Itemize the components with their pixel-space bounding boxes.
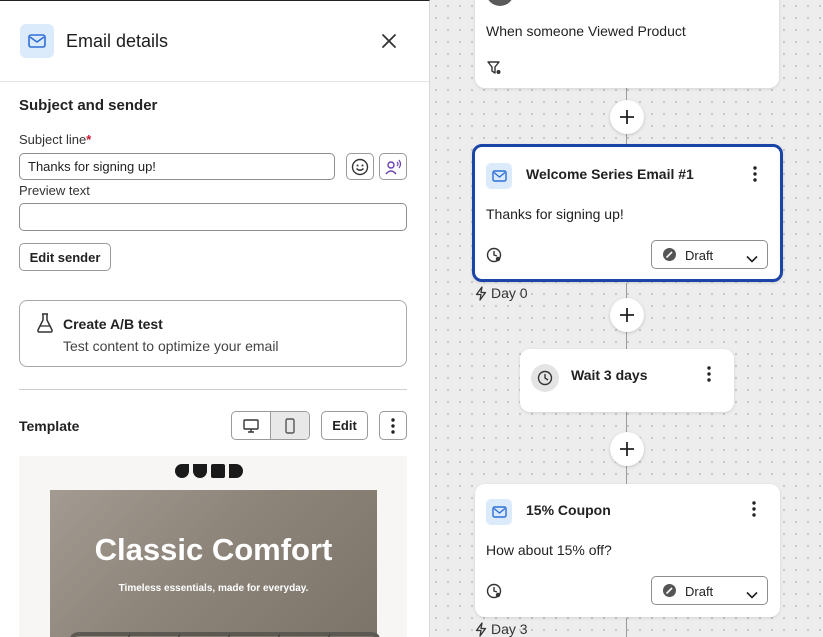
brand-logo (175, 464, 243, 478)
email-node-title: 15% Coupon (526, 502, 611, 518)
kebab-icon[interactable] (747, 164, 763, 184)
smart-send-icon (486, 247, 502, 268)
ab-test-card[interactable]: Create A/B test Test content to optimize… (19, 300, 407, 367)
kebab-icon (391, 417, 395, 434)
day-label: Day 0 (475, 285, 528, 301)
add-step-button[interactable] (610, 298, 644, 332)
clothing-rack-graphic (70, 632, 380, 637)
add-step-button[interactable] (610, 100, 644, 134)
status-dropdown[interactable]: Draft (651, 240, 768, 269)
kebab-icon[interactable] (746, 499, 762, 519)
add-step-button[interactable] (610, 432, 644, 466)
template-edit-button[interactable]: Edit (321, 411, 368, 440)
hero-subtitle: Timeless essentials, made for everyday. (118, 583, 309, 594)
day-label: Day 3 (475, 621, 528, 637)
mobile-icon (285, 417, 295, 434)
plus-icon (620, 308, 634, 322)
section-title: Subject and sender (19, 97, 158, 114)
edit-sender-button[interactable]: Edit sender (19, 243, 111, 271)
status-label: Draft (685, 248, 714, 263)
connector-line (626, 618, 627, 637)
wait-title: Wait 3 days (571, 367, 648, 383)
draft-icon (662, 583, 677, 603)
plus-icon (620, 110, 634, 124)
subject-label: Subject line* (19, 132, 92, 147)
clock-icon (531, 364, 559, 392)
email-node-coupon[interactable]: 15% Coupon How about 15% off? Draft (475, 484, 780, 617)
status-dropdown[interactable]: Draft (651, 576, 768, 605)
divider (19, 389, 407, 390)
panel-header: Email details (0, 1, 429, 82)
email-node-title: Welcome Series Email #1 (526, 166, 694, 182)
panel-title: Email details (66, 31, 169, 51)
preview-input[interactable] (19, 203, 407, 231)
template-preview: Classic Comfort Timeless essentials, mad… (19, 456, 407, 637)
ai-person-icon (385, 159, 402, 174)
close-icon[interactable] (378, 30, 400, 52)
hero-image: Classic Comfort Timeless essentials, mad… (50, 490, 380, 637)
chevron-down-icon (746, 586, 758, 604)
ab-title: Create A/B test (63, 316, 163, 332)
trigger-node[interactable]: When someone Viewed Product (475, 0, 779, 88)
desktop-icon (243, 418, 259, 433)
filter-icon (486, 60, 502, 81)
flask-icon (36, 313, 54, 338)
email-icon (486, 499, 512, 525)
emoji-icon (351, 158, 369, 175)
template-label: Template (19, 418, 80, 434)
email-node-body: Thanks for signing up! (486, 206, 624, 222)
subject-input[interactable]: Thanks for signing up! (19, 153, 335, 180)
lightning-icon (475, 621, 487, 637)
hero-title: Classic Comfort (94, 532, 333, 567)
wait-node[interactable]: Wait 3 days (520, 349, 734, 412)
plus-icon (620, 442, 634, 456)
desktop-view-button[interactable] (232, 412, 270, 439)
template-more-button[interactable] (379, 411, 407, 440)
mobile-view-button[interactable] (270, 412, 309, 439)
smart-send-icon (486, 583, 502, 604)
email-node-welcome[interactable]: Welcome Series Email #1 Thanks for signi… (472, 144, 783, 282)
required-mark: * (86, 132, 92, 147)
emoji-button[interactable] (346, 153, 374, 180)
email-icon (486, 163, 512, 189)
preview-label: Preview text (19, 183, 90, 198)
email-icon (20, 24, 54, 58)
kebab-icon[interactable] (701, 364, 717, 384)
trigger-text: When someone Viewed Product (486, 23, 686, 39)
draft-icon (662, 247, 677, 267)
flow-canvas[interactable]: When someone Viewed Product Welcome Seri… (430, 0, 823, 637)
ai-assist-button[interactable] (379, 153, 407, 180)
email-details-panel: Email details Subject and sender Subject… (0, 0, 430, 637)
trigger-icon (486, 0, 514, 6)
email-node-body: How about 15% off? (486, 542, 612, 558)
ab-subtitle: Test content to optimize your email (63, 338, 279, 354)
device-toggle[interactable] (231, 411, 310, 440)
chevron-down-icon (746, 250, 758, 268)
status-label: Draft (685, 584, 714, 599)
lightning-icon (475, 285, 487, 301)
